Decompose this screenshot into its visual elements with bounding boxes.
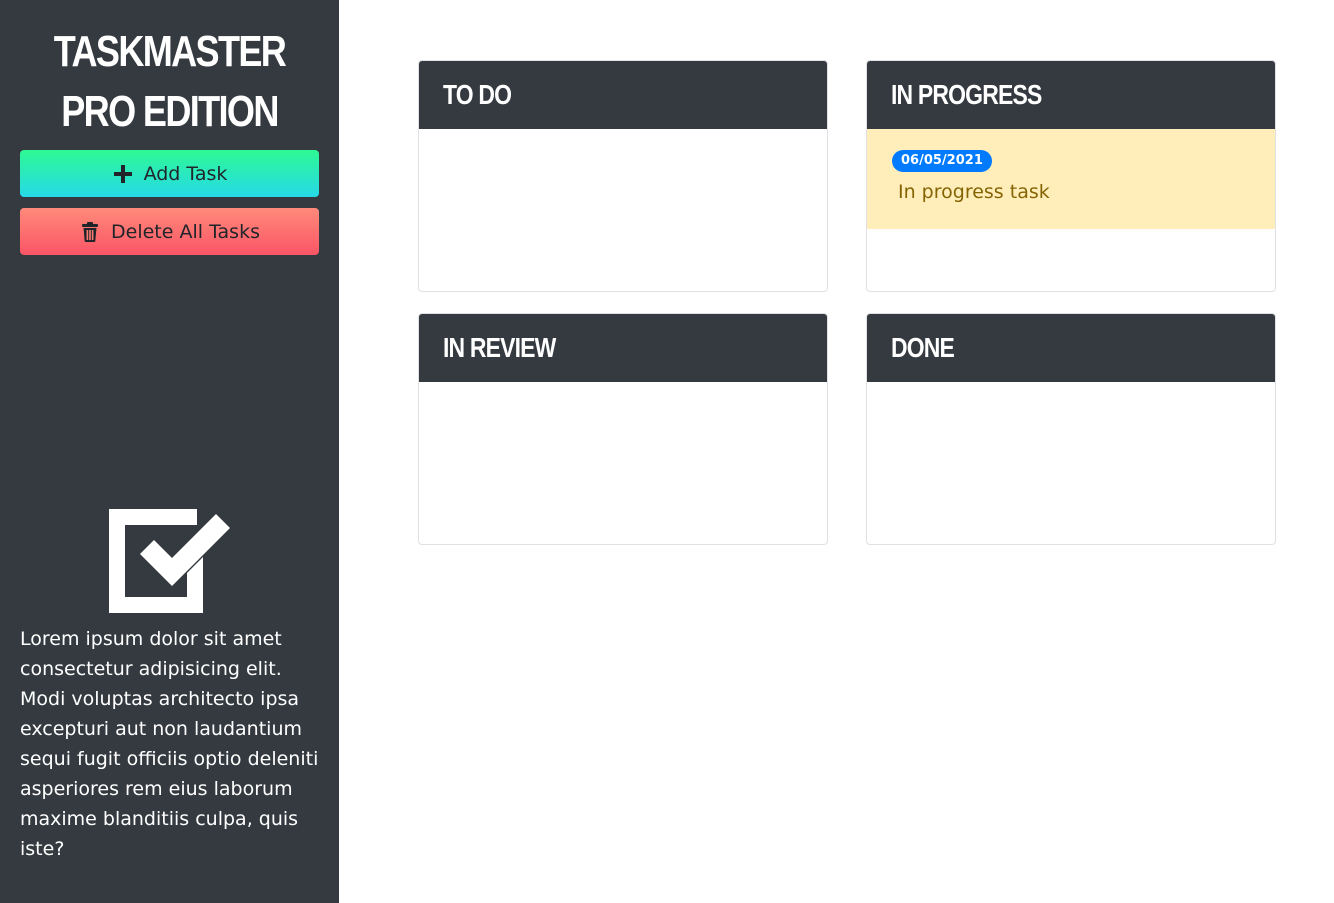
column-header: IN PROGRESS <box>867 61 1275 129</box>
column-title: DONE <box>891 332 955 363</box>
sidebar-description: Lorem ipsum dolor sit amet consectetur a… <box>20 628 319 860</box>
column-in-review[interactable]: IN REVIEW <box>418 313 828 545</box>
column-header: DONE <box>867 314 1275 382</box>
column-title: IN REVIEW <box>443 332 556 363</box>
column-to-do[interactable]: TO DO <box>418 60 828 292</box>
add-task-button[interactable]: Add Task <box>20 150 319 197</box>
column-header: IN REVIEW <box>419 314 827 382</box>
plus-icon <box>112 163 134 185</box>
task-date-badge: 06/05/2021 <box>892 150 992 172</box>
column-done[interactable]: DONE <box>866 313 1276 545</box>
app-title: TASKMASTER PRO EDITION <box>53 27 287 136</box>
delete-all-tasks-button[interactable]: Delete All Tasks <box>20 208 319 255</box>
column-title: IN PROGRESS <box>891 79 1042 110</box>
add-task-label: Add Task <box>143 162 228 185</box>
column-title: TO DO <box>443 79 512 110</box>
checkbox-checked-icon <box>108 506 232 616</box>
column-in-progress[interactable]: IN PROGRESS 06/05/2021 In progress task <box>866 60 1276 292</box>
trash-icon <box>79 221 101 243</box>
column-header: TO DO <box>419 61 827 129</box>
delete-all-label: Delete All Tasks <box>111 220 260 243</box>
sidebar: TASKMASTER PRO EDITION Add Task Delete A… <box>0 0 339 903</box>
task-card[interactable]: 06/05/2021 In progress task <box>867 129 1275 229</box>
task-text: In progress task <box>898 181 1050 203</box>
